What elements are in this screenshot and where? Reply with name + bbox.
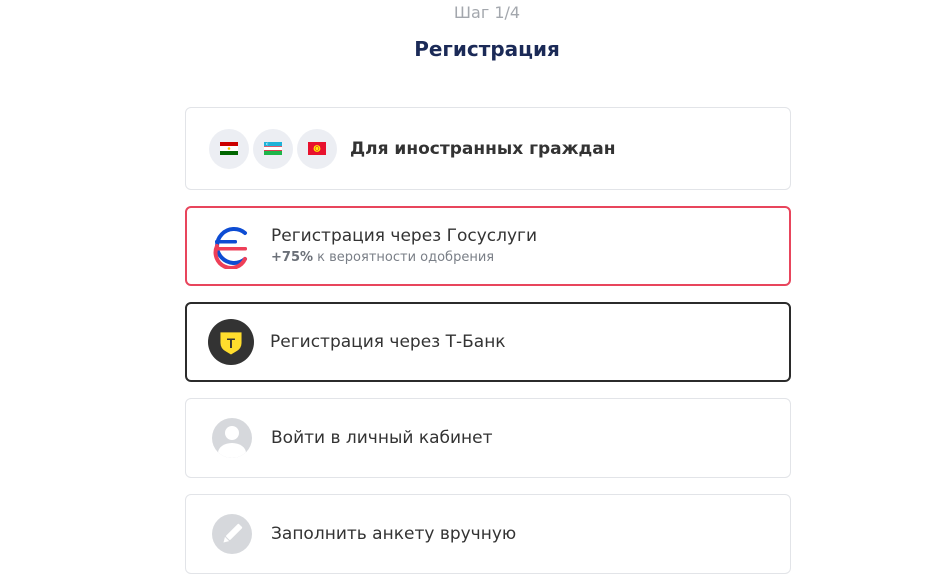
approval-bonus: +75% xyxy=(271,250,314,265)
gosuslugi-logo-icon xyxy=(209,223,255,269)
gosuslugi-registration-option[interactable]: Регистрация через Госуслуги +75% к вероя… xyxy=(185,206,791,286)
flags-group xyxy=(209,128,341,169)
tbank-label: Регистрация через Т-Банк xyxy=(270,332,506,352)
approval-hint-text: к вероятности одобрения xyxy=(317,250,495,265)
step-indicator: Шаг 1/4 xyxy=(453,3,521,22)
personal-account-login-option[interactable]: Войти в личный кабинет xyxy=(185,398,791,478)
manual-form-option[interactable]: Заполнить анкету вручную xyxy=(185,494,791,574)
manual-label: Заполнить анкету вручную xyxy=(271,524,517,544)
uzbekistan-flag-icon xyxy=(253,128,293,169)
foreign-citizens-label: Для иностранных граждан xyxy=(350,138,616,159)
tbank-logo-icon: Т xyxy=(208,319,254,365)
login-label: Войти в личный кабинет xyxy=(271,428,493,448)
kyrgyzstan-flag-icon xyxy=(297,128,337,169)
gosuslugi-label: Регистрация через Госуслуги xyxy=(271,226,538,246)
approval-hint: +75% к вероятности одобрения xyxy=(271,249,537,267)
foreign-citizens-option[interactable]: Для иностранных граждан xyxy=(185,107,791,190)
pencil-icon xyxy=(209,511,255,557)
user-icon xyxy=(209,415,255,461)
tbank-logo-letter: Т xyxy=(227,336,236,351)
page-title: Регистрация xyxy=(414,37,560,61)
tajikistan-flag-icon xyxy=(209,128,249,169)
tbank-registration-option[interactable]: Т Регистрация через Т-Банк xyxy=(185,302,791,382)
